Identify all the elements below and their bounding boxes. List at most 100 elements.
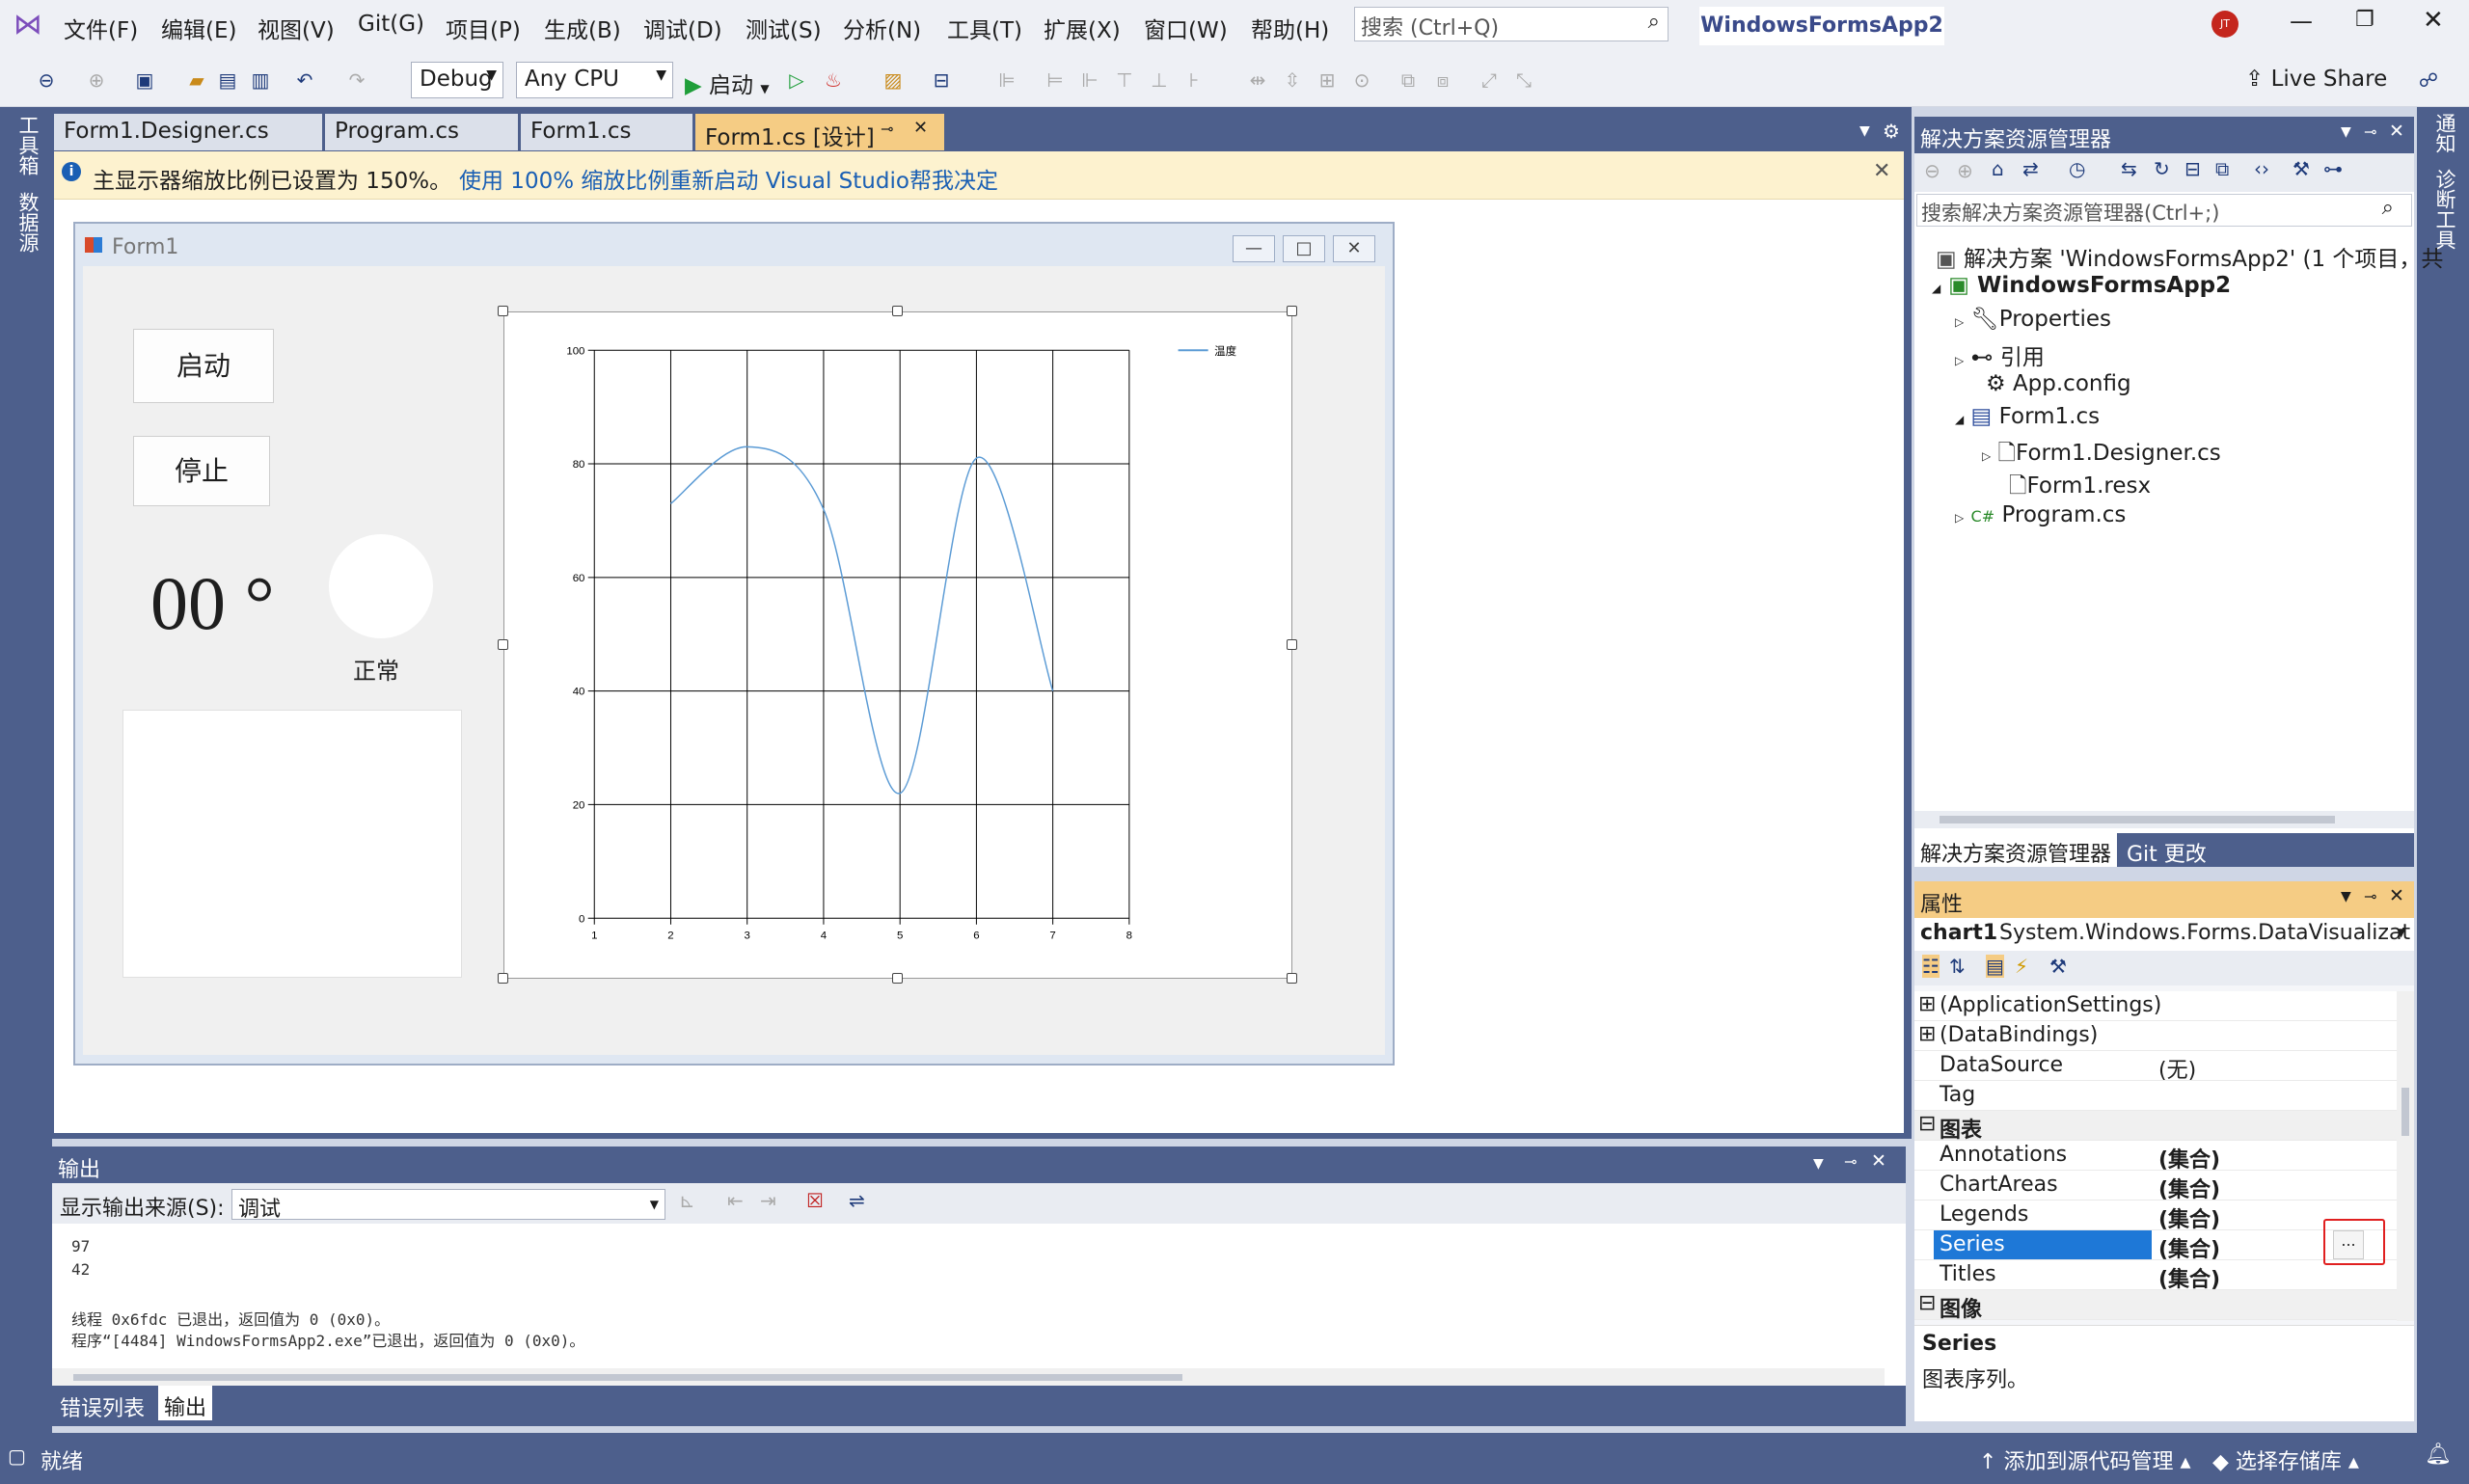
tab-program-cs[interactable]: Program.cs [325,114,518,150]
close-icon[interactable]: ✕ [1871,1150,1886,1172]
menu-view[interactable]: 视图(V) [258,12,335,44]
minimize-window-button[interactable]: — [2290,8,2313,35]
zoom-icon[interactable]: ⊙ [1348,67,1375,93]
close-icon[interactable]: ✕ [1873,159,1890,183]
prop-row-series-selected[interactable]: Series (集合) ... [1914,1219,2397,1265]
pending-changes-icon[interactable]: ◷ [2069,157,2085,180]
menu-debug[interactable]: 调试(D) [643,12,722,44]
panel-menu-icon[interactable]: ▼ [1813,1156,1824,1172]
prop-row[interactable]: Annotations (集合) [1914,1141,2397,1173]
menu-project[interactable]: 项目(P) [446,12,521,44]
layout-icon[interactable]: ⊟ [928,67,955,93]
property-pages-icon[interactable]: ⚒ [2049,955,2067,978]
tree-program-cs[interactable]: ▷ C# Program.cs [1955,502,2126,527]
tree-references[interactable]: ▷ ⊷ 引用 [1955,338,2045,371]
order-back-icon[interactable]: ⧈ [1429,67,1456,93]
vs-logo-icon[interactable]: ⋈ [14,10,44,40]
add-source-control-button[interactable]: ↑ 添加到源代码管理 ▴ [1979,1444,2191,1475]
undo-icon[interactable]: ↶ [291,67,318,93]
tree-project[interactable]: ◢ ▣ WindowsFormsApp2 [1932,273,2231,298]
form-maximize-button[interactable]: □ [1283,235,1325,262]
find-icon[interactable]: ⊾ [679,1189,695,1212]
collapse-all-icon[interactable]: ⊟ [2184,157,2201,180]
align-bottom-icon[interactable]: ⊦ [1180,67,1207,93]
scrollbar-thumb[interactable] [2401,1088,2409,1136]
prop-row[interactable]: Titles (集合) [1914,1260,2397,1292]
word-wrap-icon[interactable]: ⇌ [849,1189,865,1212]
resize-handle[interactable] [1287,306,1297,316]
categorized-icon[interactable]: ☷ [1922,955,1940,978]
panel-menu-icon[interactable]: ▼ [2341,889,2351,904]
prev-message-icon[interactable]: ⇤ [727,1189,744,1212]
prop-row[interactable]: ⊞ (DataBindings) [1914,1021,2397,1051]
gear-icon[interactable]: ⚙ [1883,120,1900,143]
alphabetical-icon[interactable]: ⇅ [1949,955,1966,978]
resize-handle[interactable] [1287,639,1297,650]
start-without-debug-icon[interactable]: ▷ [783,67,810,93]
back-icon[interactable]: ⊖ [1924,159,1940,182]
tree-solution[interactable]: ▣ 解决方案 'WindowsFormsApp2' (1 个项目，共 [1936,240,2443,273]
select-repo-button[interactable]: ◆ 选择存储库 ▴ [2212,1444,2359,1475]
save-all-icon[interactable]: ▥ [247,67,274,93]
clear-all-icon[interactable]: ☒ [806,1189,824,1212]
menu-edit[interactable]: 编辑(E) [161,12,236,44]
config-dropdown[interactable]: Debug ▼ [411,62,503,98]
close-icon[interactable]: ✕ [2389,121,2404,142]
next-message-icon[interactable]: ⇥ [760,1189,776,1212]
close-icon[interactable]: ✕ [2389,885,2404,906]
help-decide-link[interactable]: 帮我决定 [909,162,998,195]
resize-handle[interactable] [498,973,508,984]
events-icon[interactable]: ⚡ [2015,955,2028,978]
refresh-icon[interactable]: ↻ [2154,157,2170,180]
tree-app-config[interactable]: ⚙ App.config [1986,371,2131,396]
form-panel[interactable] [122,710,462,978]
menu-help[interactable]: 帮助(H) [1251,12,1329,44]
back-icon[interactable]: ⊖ [33,67,60,93]
scrollbar-thumb[interactable] [1940,816,2335,823]
align-center-icon[interactable]: ⊨ [1042,67,1069,93]
form-start-button[interactable]: 启动 [133,329,274,403]
pin-icon[interactable]: ⊸ [2364,887,2376,905]
pin-icon[interactable]: ⊸ [881,120,893,138]
diagnostics-tab[interactable]: 诊断工具 [2430,169,2459,250]
prop-row[interactable]: Tag [1914,1081,2397,1111]
tab-git-changes[interactable]: Git 更改 [2127,837,2207,868]
resize-handle[interactable] [498,639,508,650]
align-middle-icon[interactable]: ⊥ [1146,67,1173,93]
resize-handle[interactable] [892,973,903,984]
close-window-button[interactable]: ✕ [2423,6,2444,35]
platform-dropdown[interactable]: Any CPU ▼ [516,62,673,98]
resize-handle[interactable] [498,306,508,316]
panel-menu-icon[interactable]: ▼ [2341,124,2351,140]
feedback-icon[interactable]: ☍ [2415,67,2442,93]
scrollbar-thumb[interactable] [73,1374,1182,1381]
search-box[interactable]: 搜索 (Ctrl+Q) ⌕ [1354,7,1669,41]
browse-icon[interactable]: ▨ [880,67,907,93]
align-icon[interactable]: ⊫ [993,67,1020,93]
notifications-tab[interactable]: 通知 [2430,113,2459,153]
form-minimize-button[interactable]: — [1233,235,1275,262]
chart-control[interactable]: 1 2 3 4 5 6 7 8 0 20 40 60 80 100 温度 [503,311,1292,979]
solution-search-box[interactable]: 搜索解决方案资源管理器(Ctrl+;) ⌕ [1916,194,2412,227]
tree-properties[interactable]: ▷ 🔧︎Properties [1955,306,2111,332]
avatar[interactable]: JT [2211,11,2238,38]
properties-icon[interactable]: ▤ [1986,955,2004,978]
lock-icon[interactable]: ⤡ [1510,67,1537,93]
horizontal-scrollbar[interactable] [1914,811,2414,828]
pin-icon[interactable]: ⊸ [2364,122,2376,141]
menu-test[interactable]: 测试(S) [746,12,822,44]
tab-solution-explorer[interactable]: 解决方案资源管理器 [1914,833,2118,867]
grid-icon[interactable]: ⊞ [1314,67,1341,93]
menu-analyze[interactable]: 分析(N) [843,12,921,44]
prop-row[interactable]: ⊞ (ApplicationSettings) [1914,991,2397,1021]
align-top-icon[interactable]: ⊤ [1111,67,1138,93]
tab-order-icon[interactable]: ⤢ [1476,67,1503,93]
align-right-icon[interactable]: ⊩ [1076,67,1103,93]
save-icon[interactable]: ▤ [214,67,241,93]
prop-category-image[interactable]: ⊟ 图像 [1914,1290,2397,1322]
prop-category-chart[interactable]: ⊟ 图表 [1914,1111,2397,1143]
tab-dropdown-icon[interactable]: ▼ [1859,123,1870,139]
menu-build[interactable]: 生成(B) [544,12,621,44]
switch-views-icon[interactable]: ⇄ [2022,157,2039,180]
menu-tools[interactable]: 工具(T) [947,12,1022,44]
